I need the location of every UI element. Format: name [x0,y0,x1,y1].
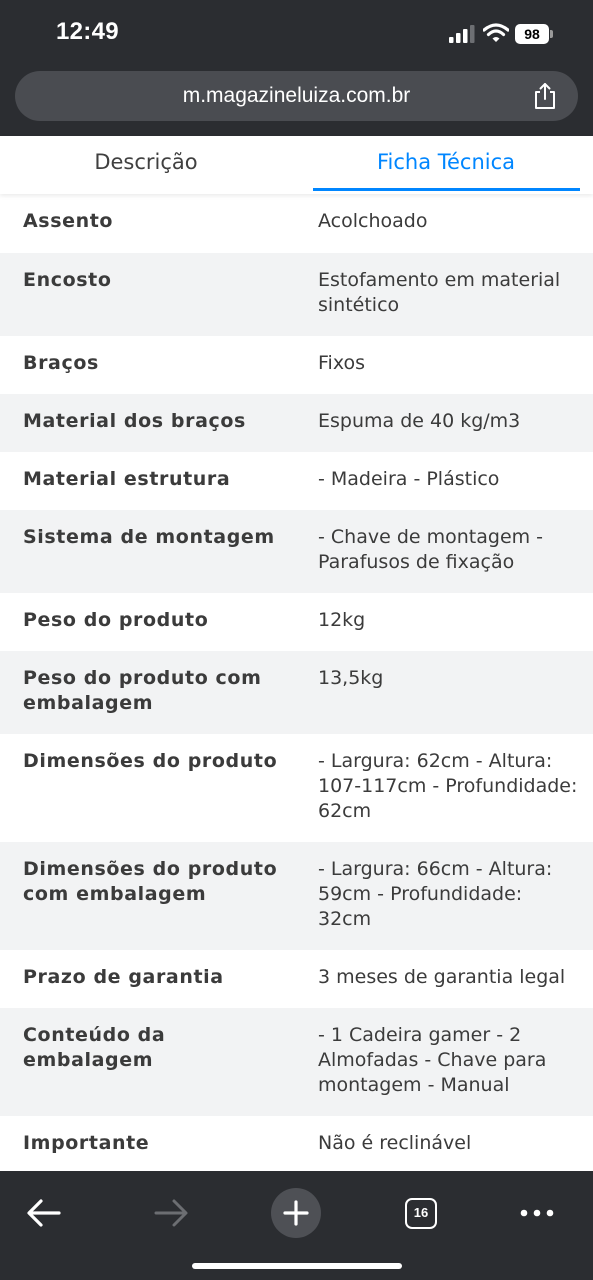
spec-row: Sistema de montagem - Chave de montagem … [0,510,593,593]
spec-value: 13,5kg [318,667,384,689]
status-bar: 12:49 98 [0,0,593,62]
browser-top-chrome: 12:49 98 m.magazineluiza.com.br [0,0,593,136]
spec-label: Material estrutura [23,468,231,490]
spec-value: Estofamento em material sintético [318,269,561,316]
more-icon [520,1209,554,1217]
spec-value: Fixos [318,352,366,374]
product-tabs: Descrição Ficha Técnica [0,136,593,194]
spec-label: Conteúdo da embalagem [23,1024,166,1071]
battery-icon: 98 [515,24,553,44]
status-time: 12:49 [56,18,119,45]
active-tab-indicator [313,188,580,191]
spec-value: - Madeira - Plástico [318,468,500,490]
battery-level: 98 [515,24,549,44]
address-url[interactable]: m.magazineluiza.com.br [15,71,578,121]
spec-label: Sistema de montagem [23,526,275,548]
tabs-button[interactable]: 16 [391,1183,451,1243]
spec-value: Espuma de 40 kg/m3 [318,410,521,432]
share-icon[interactable] [532,82,558,110]
forward-button[interactable] [141,1183,201,1243]
spec-table: Assento Acolchoado Encosto Estofamento e… [0,194,593,1174]
home-indicator[interactable] [192,1263,402,1269]
spec-row: Assento Acolchoado [0,194,593,253]
spec-row: Dimensões do produto - Largura: 62cm - A… [0,734,593,842]
spec-row: Conteúdo da embalagem - 1 Cadeira gamer … [0,1008,593,1116]
new-tab-button[interactable] [266,1183,326,1243]
tabs-icon: 16 [405,1197,437,1229]
tab-ficha-tecnica[interactable]: Ficha Técnica [313,136,579,190]
spec-value: Não é reclinável [318,1132,472,1154]
spec-label: Encosto [23,269,112,291]
spec-value: Acolchoado [318,210,428,232]
tab-descricao[interactable]: Descrição [0,136,292,190]
spec-value: 12kg [318,609,366,631]
back-button[interactable] [14,1183,74,1243]
spec-label: Material dos braços [23,410,246,432]
spec-label: Importante [23,1132,150,1154]
spec-value: 3 meses de garantia legal [318,966,566,988]
spec-label: Dimensões do produto com embalagem [23,858,278,905]
wifi-icon [483,23,509,42]
spec-label: Dimensões do produto [23,750,278,772]
spec-row: Peso do produto 12kg [0,593,593,651]
spec-row: Importante Não é reclinável [0,1116,593,1174]
spec-row: Prazo de garantia 3 meses de garantia le… [0,950,593,1008]
spec-value: - Largura: 66cm - Altura: 59cm - Profund… [318,858,553,930]
plus-icon [283,1200,309,1226]
spec-row: Material estrutura - Madeira - Plástico [0,452,593,510]
spec-label: Prazo de garantia [23,966,224,988]
spec-label: Braços [23,352,99,374]
browser-toolbar: 16 [0,1171,593,1280]
spec-value: - 1 Cadeira gamer - 2 Almofadas - Chave … [318,1024,547,1096]
spec-value: - Largura: 62cm - Altura: 107-117cm - Pr… [318,750,578,822]
spec-row: Encosto Estofamento em material sintétic… [0,253,593,336]
spec-label: Assento [23,210,114,232]
signal-icon [449,25,475,43]
spec-value: - Chave de montagem - Parafusos de fixaç… [318,526,544,573]
spec-row: Peso do produto com embalagem 13,5kg [0,651,593,734]
forward-arrow-icon [154,1199,188,1227]
back-arrow-icon [27,1199,61,1227]
spec-label: Peso do produto [23,609,209,631]
more-button[interactable] [507,1183,567,1243]
spec-row: Material dos braços Espuma de 40 kg/m3 [0,394,593,452]
address-bar[interactable]: m.magazineluiza.com.br [15,71,578,121]
spec-row: Dimensões do produto com embalagem - Lar… [0,842,593,950]
spec-row: Braços Fixos [0,336,593,394]
spec-label: Peso do produto com embalagem [23,667,262,714]
